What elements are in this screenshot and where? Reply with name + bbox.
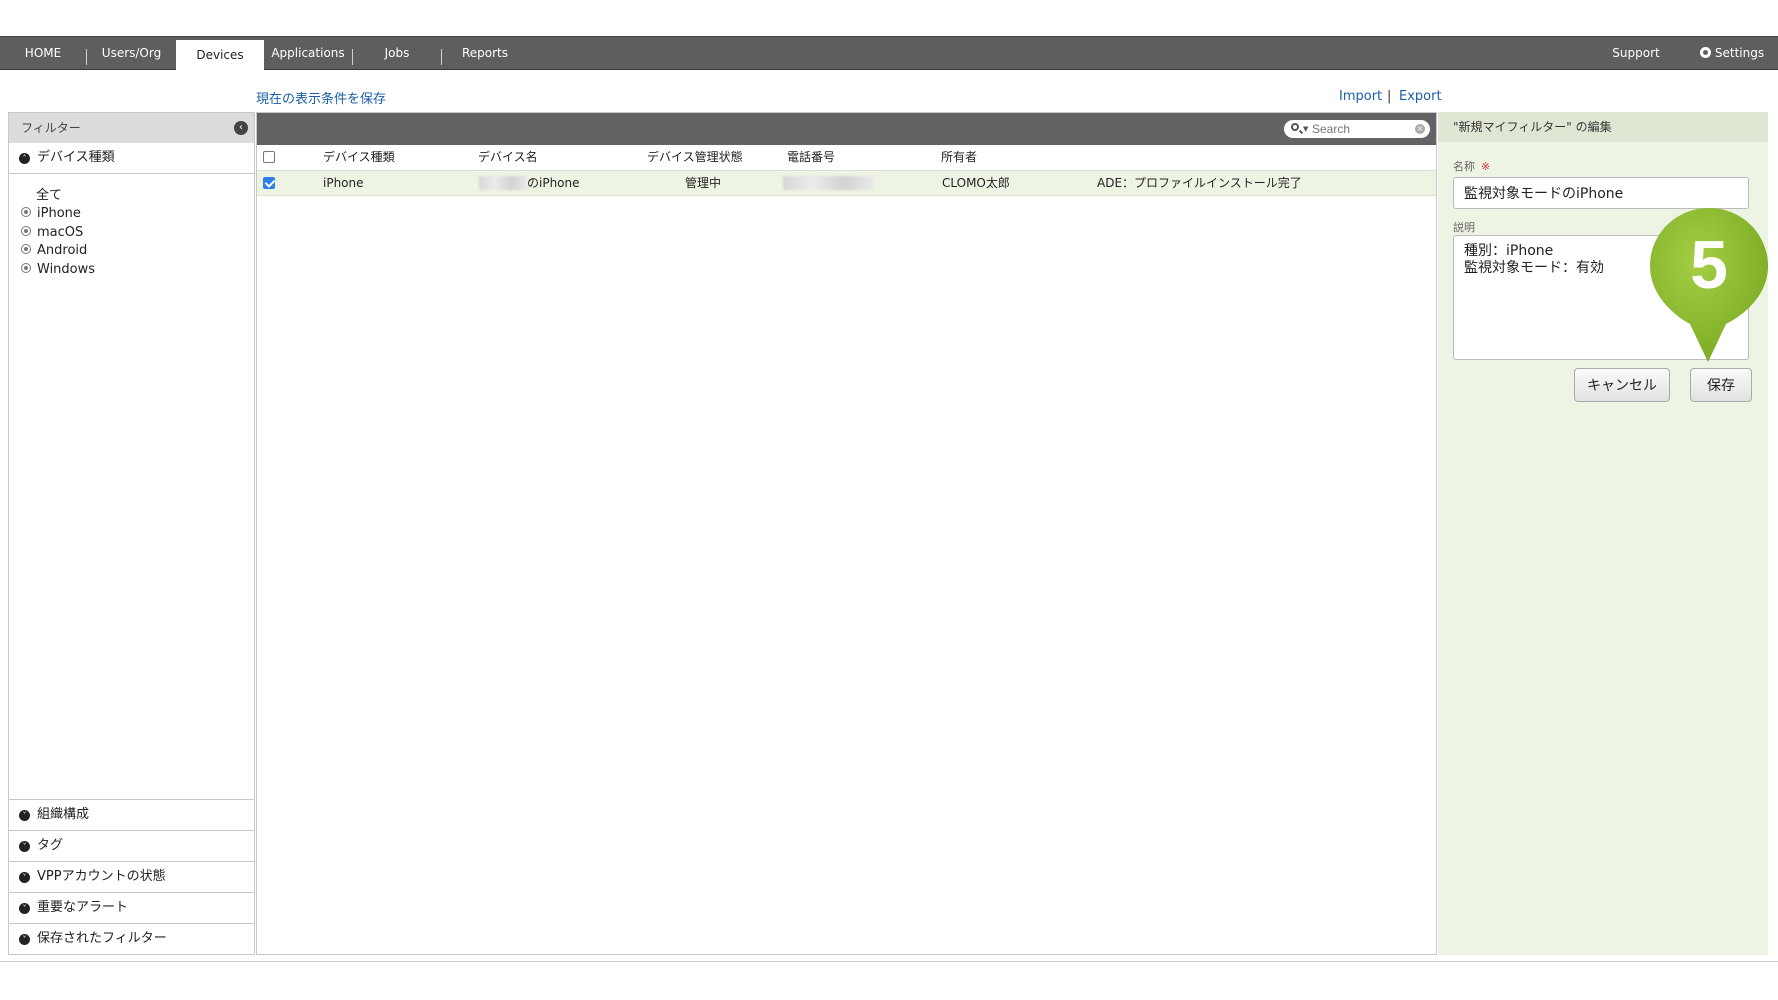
export-link[interactable]: Export — [1399, 89, 1442, 104]
device-table-panel: ▼ × デバイス種類 デバイス名 デバイス管理状態 電話番号 所有者 iPhon… — [256, 112, 1437, 955]
step-callout: 5 — [1646, 206, 1772, 366]
column-header-device-name[interactable]: デバイス名 — [478, 145, 538, 170]
cell-status-detail: ADE：プロファイルインストール完了 — [1097, 176, 1302, 190]
tab-jobs[interactable]: Jobs — [353, 37, 441, 70]
cell-device-name: のiPhone — [479, 171, 580, 195]
chevron-down-icon: ˅ — [19, 934, 30, 945]
support-link[interactable]: Support — [1600, 37, 1672, 70]
gear-icon — [1699, 47, 1711, 58]
settings-label: Settings — [1714, 46, 1765, 60]
tab-applications[interactable]: Applications — [264, 37, 352, 70]
clear-search-icon[interactable]: × — [1415, 124, 1425, 134]
column-header-device-type[interactable]: デバイス種類 — [323, 145, 395, 170]
top-navigation-bar: HOME Users/Org Devices Applications Jobs… — [0, 36, 1778, 73]
expand-icon — [21, 226, 31, 236]
search-input[interactable] — [1312, 121, 1407, 137]
link-divider: | — [1387, 89, 1392, 104]
chevron-down-icon: ˅ — [19, 810, 30, 821]
device-type-label: Windows — [37, 262, 96, 277]
device-name-text: のiPhone — [527, 176, 580, 190]
section-label: タグ — [37, 838, 64, 853]
table-row[interactable]: iPhone のiPhone 管理中 CLOMO太郎 ADE：プロファイルインス… — [257, 171, 1436, 196]
section-tags[interactable]: ˅ タグ — [9, 830, 254, 861]
sidebar-header: フィルター ‹ — [9, 113, 254, 143]
device-type-label: macOS — [37, 225, 84, 240]
callout-number: 5 — [1690, 227, 1728, 303]
save-button[interactable]: 保存 — [1690, 368, 1752, 402]
description-label: 説明 — [1453, 221, 1475, 234]
expand-icon — [21, 263, 31, 273]
filter-sidebar: フィルター ‹ ˄ デバイス種類 全て iPhone macOS Android … — [8, 112, 255, 955]
device-type-macos[interactable]: macOS — [21, 224, 83, 242]
device-type-iphone[interactable]: iPhone — [21, 205, 81, 223]
device-type-android[interactable]: Android — [21, 242, 87, 260]
column-header-owner[interactable]: 所有者 — [941, 145, 977, 170]
import-link[interactable]: Import — [1339, 89, 1382, 104]
table-header: デバイス種類 デバイス名 デバイス管理状態 電話番号 所有者 — [257, 145, 1436, 171]
redacted-text — [783, 176, 873, 190]
settings-link[interactable]: Settings — [1692, 37, 1772, 70]
cell-management-status: 管理中 — [685, 176, 722, 190]
chevron-up-icon: ˄ — [19, 153, 30, 164]
tab-reports[interactable]: Reports — [442, 37, 528, 70]
name-label-text: 名称 — [1453, 160, 1475, 173]
section-label: 組織構成 — [37, 807, 90, 822]
cancel-button[interactable]: キャンセル — [1574, 368, 1670, 402]
tab-home[interactable]: HOME — [0, 37, 86, 70]
search-box[interactable]: ▼ × — [1284, 120, 1430, 138]
save-view-link[interactable]: 現在の表示条件を保存 — [256, 88, 386, 107]
device-type-windows[interactable]: Windows — [21, 261, 95, 279]
section-critical-alerts[interactable]: ˅ 重要なアラート — [9, 892, 254, 923]
expand-icon — [21, 244, 31, 254]
editor-title: "新規マイフィルター" の編集 — [1438, 112, 1768, 142]
section-label: 保存されたフィルター — [37, 931, 167, 946]
section-label: デバイス種類 — [37, 150, 115, 165]
column-header-phone-number[interactable]: 電話番号 — [787, 145, 835, 170]
chevron-down-icon: ˅ — [19, 903, 30, 914]
sidebar-title: フィルター — [21, 121, 81, 135]
select-all-checkbox[interactable] — [263, 151, 275, 163]
filter-name-input[interactable] — [1453, 177, 1749, 209]
section-org-structure[interactable]: ˅ 組織構成 — [9, 799, 254, 830]
tab-users-org[interactable]: Users/Org — [87, 37, 176, 70]
device-type-list: 全て iPhone macOS Android Windows — [9, 174, 254, 284]
search-icon — [1291, 123, 1299, 131]
name-label: 名称 ※ — [1453, 158, 1490, 174]
cell-owner: CLOMO太郎 — [942, 176, 1010, 190]
device-type-label: iPhone — [37, 206, 81, 221]
tab-devices[interactable]: Devices — [176, 40, 264, 73]
callout-pin-icon: 5 — [1650, 208, 1768, 362]
collapsed-sections: ˅ 組織構成 ˅ タグ ˅ VPPアカウントの状態 ˅ 重要なアラート ˅ 保存されたフィ… — [9, 799, 254, 954]
expand-icon — [21, 207, 31, 217]
section-label: VPPアカウントの状態 — [37, 869, 166, 884]
divider — [0, 961, 1778, 962]
section-label: 重要なアラート — [37, 900, 129, 915]
chevron-down-icon: ˅ — [19, 872, 30, 883]
column-header-management-status[interactable]: デバイス管理状態 — [647, 145, 743, 170]
cell-device-type: iPhone — [323, 176, 364, 190]
chevron-down-icon: ˅ — [19, 841, 30, 852]
collapse-sidebar-icon[interactable]: ‹ — [234, 121, 248, 135]
redacted-text — [479, 176, 527, 190]
device-type-all[interactable]: 全て — [36, 187, 62, 205]
device-type-label: Android — [37, 243, 88, 258]
table-toolbar: ▼ × — [257, 113, 1436, 145]
section-device-type[interactable]: ˄ デバイス種類 — [9, 143, 254, 174]
section-saved-filters[interactable]: ˅ 保存されたフィルター — [9, 923, 254, 954]
cell-phone-number — [783, 171, 873, 195]
required-mark: ※ — [1481, 160, 1491, 173]
row-checkbox[interactable] — [263, 177, 275, 189]
caret-down-icon[interactable]: ▼ — [1303, 125, 1308, 133]
section-vpp-status[interactable]: ˅ VPPアカウントの状態 — [9, 861, 254, 892]
